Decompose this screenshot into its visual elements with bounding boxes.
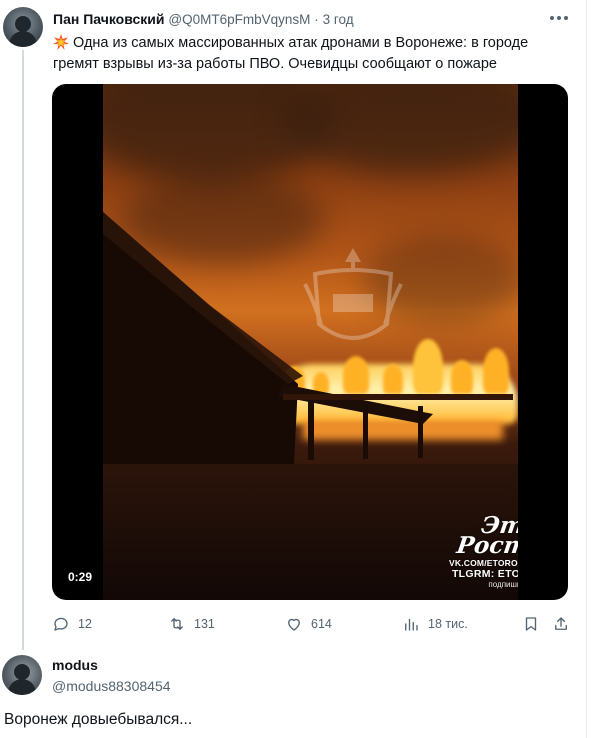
heart-icon xyxy=(288,618,300,631)
reply-header: modus xyxy=(52,657,98,673)
reply-button[interactable]: 12 xyxy=(52,612,92,636)
video-player[interactable]: Это Ростов VK.COM/ETOROSTOVNADONU TLGRM:… xyxy=(52,84,568,600)
reply-author-name[interactable]: modus xyxy=(52,657,98,673)
bookmark-button[interactable] xyxy=(522,612,548,636)
column-divider xyxy=(586,0,587,738)
like-button[interactable]: 614 xyxy=(285,612,332,636)
reply-text: Воронеж довыебывался... xyxy=(4,711,193,728)
analytics-icon xyxy=(405,618,418,631)
reply-avatar[interactable] xyxy=(2,655,42,695)
watermark-emblem xyxy=(303,248,403,340)
watermark-telegram: TLGRM: ETOROSTOV xyxy=(451,568,518,580)
thread-connector-line xyxy=(22,50,24,650)
video-duration: 0:29 xyxy=(62,568,99,586)
reply-count: 12 xyxy=(78,617,92,631)
reply-author-handle[interactable]: @modus88308454 xyxy=(52,678,171,694)
retweet-icon xyxy=(171,618,183,630)
separator: · xyxy=(314,12,319,27)
author-name[interactable]: Пан Пачковский xyxy=(53,11,164,27)
watermark-url: VK.COM/ETOROSTOVNADONU xyxy=(449,558,518,568)
views-count: 18 тис. xyxy=(428,617,468,631)
watermark-subscribe: подпишись xyxy=(488,580,518,589)
video-frame: Это Ростов VK.COM/ETOROSTOVNADONU TLGRM:… xyxy=(103,84,518,600)
collision-icon xyxy=(53,34,69,50)
retweet-button[interactable]: 131 xyxy=(168,612,215,636)
watermark-logo-text: Это Ростов xyxy=(455,512,518,559)
timestamp[interactable]: 3 год xyxy=(323,12,354,27)
retweet-count: 131 xyxy=(194,617,215,631)
share-icon xyxy=(555,617,567,630)
author-handle[interactable]: @Q0MT6pFmbVqynsM xyxy=(168,12,310,27)
views-button[interactable]: 18 тис. xyxy=(402,612,468,636)
share-button[interactable] xyxy=(552,612,578,636)
like-count: 614 xyxy=(311,617,332,631)
tweet-text: Одна из самых массированных атак дронами… xyxy=(53,35,529,72)
channel-watermark: Это Ростов VK.COM/ETOROSTOVNADONU TLGRM:… xyxy=(449,512,518,589)
tweet-body: Одна из самых массированных атак дронами… xyxy=(53,33,578,75)
reply-icon xyxy=(54,617,68,631)
more-options-icon[interactable] xyxy=(548,8,570,28)
bookmark-icon xyxy=(525,617,537,631)
avatar[interactable] xyxy=(3,7,43,47)
tweet-header: Пан Пачковский @Q0MT6pFmbVqynsM · 3 год xyxy=(53,11,354,27)
tweet-actions: 12 131 614 18 тис. xyxy=(52,612,572,636)
